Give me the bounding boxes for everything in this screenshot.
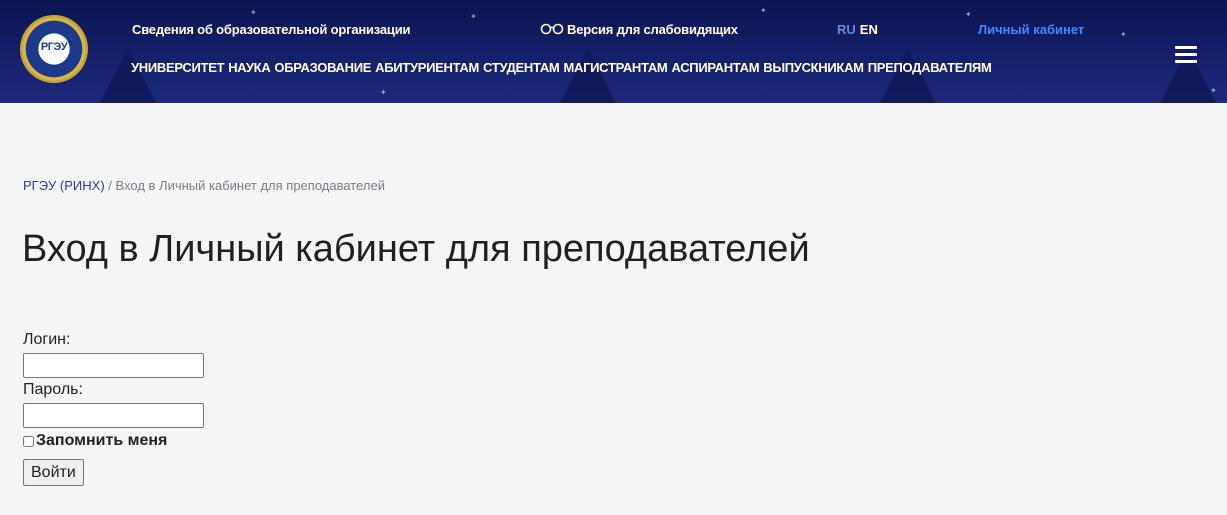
nav-item-applicants[interactable]: АБИТУРИЕНТАМ [375,60,479,75]
snowflake-decoration: ✦ [470,12,477,21]
university-logo[interactable]: РГЭУ [22,17,86,81]
snowflake-decoration: ✦ [760,6,767,15]
language-switcher: RU EN [837,22,878,37]
page-title: Вход в Личный кабинет для преподавателей [22,228,810,270]
site-header: ✦ ✦ ✦ ✦ ✦ ✦ ✦ РГЭУ Сведения об образоват… [0,0,1227,103]
login-input[interactable] [23,353,204,378]
hamburger-menu-icon[interactable] [1175,46,1197,63]
lang-en-link[interactable]: EN [860,22,878,37]
nav-item-postgraduates[interactable]: АСПИРАНТАМ [671,60,759,75]
nav-item-university[interactable]: УНИВЕРСИТЕТ [131,60,225,75]
login-button[interactable]: Войти [23,459,84,486]
breadcrumb-current: Вход в Личный кабинет для преподавателей [115,178,385,193]
nav-item-science[interactable]: НАУКА [228,60,271,75]
accessibility-version-label: Версия для слабовидящих [567,22,738,37]
nav-item-masters[interactable]: МАГИСТРАНТАМ [563,60,667,75]
nav-item-graduates[interactable]: ВЫПУСКНИКАМ [763,60,864,75]
snowflake-decoration: ✦ [1120,30,1127,39]
password-input[interactable] [23,403,204,428]
remember-me[interactable]: Запомнить меня [23,432,167,450]
logo-text: РГЭУ [40,41,68,53]
remember-me-checkbox[interactable] [23,435,34,447]
tree-decoration [100,48,156,103]
accessibility-version-link[interactable]: Версия для слабовидящих [540,22,738,37]
breadcrumb-separator: / [104,178,116,193]
breadcrumb: РГЭУ (РИНХ) / Вход в Личный кабинет для … [23,178,385,193]
password-label: Пароль: [23,381,83,398]
remember-me-label: Запомнить меня [36,432,168,449]
snowflake-decoration: ✦ [380,88,387,97]
tree-decoration [880,48,936,103]
snowflake-decoration: ✦ [965,10,972,19]
org-info-link[interactable]: Сведения об образовательной организации [132,22,410,37]
nav-item-education[interactable]: ОБРАЗОВАНИЕ [274,60,371,75]
nav-item-teachers[interactable]: ПРЕПОДАВАТЕЛЯМ [868,60,992,75]
login-label: Логин: [23,331,71,348]
tree-decoration [560,48,616,103]
snowflake-decoration: ✦ [250,8,257,17]
nav-item-students[interactable]: СТУДЕНТАМ [483,60,560,75]
breadcrumb-home-link[interactable]: РГЭУ (РИНХ) [23,178,105,193]
lang-ru-link[interactable]: RU [837,22,856,37]
glasses-icon [540,22,564,37]
personal-cabinet-link[interactable]: Личный кабинет [978,22,1084,37]
main-nav: УНИВЕРСИТЕТ НАУКА ОБРАЗОВАНИЕ АБИТУРИЕНТАМ С… [131,60,996,75]
